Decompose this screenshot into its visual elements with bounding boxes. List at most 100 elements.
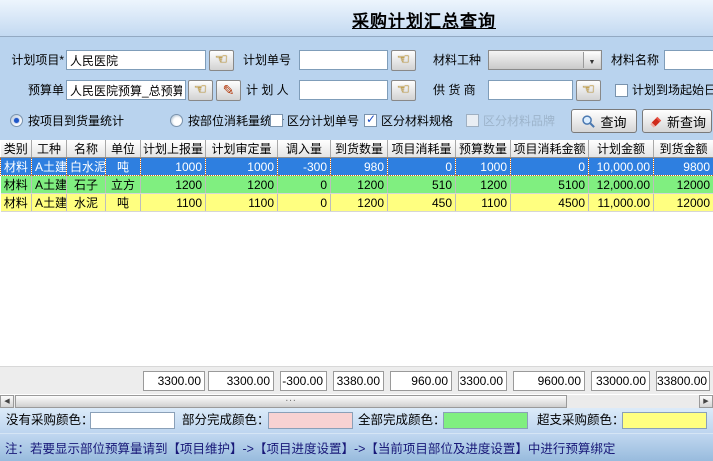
col-header[interactable]: 调入量 xyxy=(278,140,331,158)
new-query-button-label: 新查询 xyxy=(667,112,706,131)
col-header[interactable]: 到货金额 xyxy=(654,140,713,158)
arrival-date-label: 计划到场起始日 xyxy=(632,80,713,100)
col-header[interactable]: 到货数量 xyxy=(331,140,388,158)
distinguish-plan-no-checkbox[interactable] xyxy=(270,114,283,127)
col-header[interactable]: 计划上报量 xyxy=(141,140,206,158)
col-header[interactable]: 名称 xyxy=(67,140,106,158)
legend-partial-label: 部分完成颜色： xyxy=(182,408,270,433)
col-header[interactable]: 工种 xyxy=(32,140,67,158)
total-consumption-amount: 9600.00 xyxy=(513,371,585,391)
table-row[interactable]: 材料 A土建 水泥 吨 1100 1100 0 1200 450 1100 45… xyxy=(1,194,713,212)
planner-picker-button[interactable]: ☜ xyxy=(391,80,416,101)
material-name-input[interactable] xyxy=(664,50,713,70)
hand-pointer-icon: ☜ xyxy=(397,81,410,98)
col-header[interactable]: 单位 xyxy=(106,140,141,158)
hand-pointer-icon: ☜ xyxy=(582,81,595,98)
page-title: 采购计划汇总查询 xyxy=(352,7,496,32)
cell: 12000 xyxy=(654,194,713,212)
legend-none-swatch xyxy=(90,412,175,429)
cell: 1200 xyxy=(456,176,511,194)
col-header[interactable]: 预算数量 xyxy=(456,140,511,158)
scroll-left-button[interactable]: ◀ xyxy=(0,395,14,408)
cell: 吨 xyxy=(106,158,141,176)
query-button-label: 查询 xyxy=(600,112,626,131)
total-plan-approved: 3300.00 xyxy=(208,371,274,391)
hand-pointer-icon: ☜ xyxy=(194,81,207,98)
cell: 5100 xyxy=(511,176,589,194)
cell: 水泥 xyxy=(67,194,106,212)
color-legend: 没有采购颜色： 部分完成颜色： 全部完成颜色： 超支采购颜色： xyxy=(0,408,713,433)
supplier-label: 供 货 商 xyxy=(433,80,488,101)
legend-complete-label: 全部完成颜色： xyxy=(358,408,446,433)
budget-sheet-input[interactable] xyxy=(66,80,186,100)
horizontal-scrollbar[interactable]: ◀ ∙∙∙ ▶ xyxy=(0,394,713,408)
cell: 石子 xyxy=(67,176,106,194)
material-type-label: 材料工种 xyxy=(433,50,485,71)
scroll-right-button[interactable]: ▶ xyxy=(699,395,713,408)
cell: 1100 xyxy=(456,194,511,212)
cell: 450 xyxy=(388,194,456,212)
chevron-down-icon: ▼ xyxy=(589,59,596,66)
search-icon xyxy=(581,114,596,129)
cell: 12,000.00 xyxy=(589,176,654,194)
cell: 10,000.00 xyxy=(589,158,654,176)
cell: 4500 xyxy=(511,194,589,212)
material-name-label: 材料名称 xyxy=(611,50,663,71)
cell: 0 xyxy=(511,158,589,176)
table-row[interactable]: 材料 A土建 白水泥 吨 1000 1000 -300 980 0 1000 0… xyxy=(1,158,713,176)
cell: A土建 xyxy=(32,158,67,176)
cell: 1200 xyxy=(331,194,388,212)
distinguish-spec-checkbox[interactable]: ✓ xyxy=(364,114,377,127)
legend-partial-swatch xyxy=(268,412,353,429)
col-header[interactable]: 计划金额 xyxy=(589,140,654,158)
cell: 1000 xyxy=(141,158,206,176)
plan-project-picker-button[interactable]: ☜ xyxy=(209,50,234,71)
cell: A土建 xyxy=(32,176,67,194)
total-transfer-in: -300.00 xyxy=(280,371,327,391)
cell: 材料 xyxy=(1,194,32,212)
cell: 1100 xyxy=(206,194,278,212)
cell: 1200 xyxy=(141,176,206,194)
col-header[interactable]: 类别 xyxy=(1,140,32,158)
col-header[interactable]: 计划审定量 xyxy=(206,140,278,158)
plan-project-input[interactable] xyxy=(66,50,206,70)
budget-sheet-picker-button[interactable]: ☜ xyxy=(188,80,213,101)
dropdown-button[interactable]: ▼ xyxy=(583,52,600,68)
cell: 1000 xyxy=(206,158,278,176)
total-plan-reported: 3300.00 xyxy=(143,371,205,391)
total-plan-amount: 33000.00 xyxy=(591,371,650,391)
cell: 1200 xyxy=(206,176,278,194)
arrival-date-checkbox[interactable] xyxy=(615,84,628,97)
supplier-input[interactable] xyxy=(488,80,573,100)
col-header[interactable]: 项目消耗金额 xyxy=(511,140,589,158)
budget-sheet-label: 预算单 xyxy=(6,80,64,101)
cell: 1100 xyxy=(141,194,206,212)
radio-by-part-consumption[interactable] xyxy=(170,114,183,127)
radio-by-project-arrival[interactable] xyxy=(10,114,23,127)
hand-pointer-icon: ☜ xyxy=(397,51,410,68)
new-query-button[interactable]: 新查询 xyxy=(642,109,712,133)
plan-no-input[interactable] xyxy=(299,50,388,70)
total-budget-qty: 3300.00 xyxy=(458,371,507,391)
material-type-select[interactable]: ▼ xyxy=(488,50,602,70)
cell: 0 xyxy=(278,176,331,194)
budget-sheet-edit-button[interactable]: ✎ xyxy=(216,80,241,101)
cell: 1200 xyxy=(331,176,388,194)
check-icon: ✓ xyxy=(366,112,376,126)
table-row[interactable]: 材料 A土建 石子 立方 1200 1200 0 1200 510 1200 5… xyxy=(1,176,713,194)
cell: 12000 xyxy=(654,176,713,194)
legend-complete-swatch xyxy=(443,412,528,429)
eraser-icon xyxy=(648,114,663,129)
planner-input[interactable] xyxy=(299,80,388,100)
supplier-picker-button[interactable]: ☜ xyxy=(576,80,601,101)
distinguish-brand-checkbox xyxy=(466,114,479,127)
cell: 材料 xyxy=(1,176,32,194)
query-button[interactable]: 查询 xyxy=(571,109,637,133)
pencil-icon: ✎ xyxy=(223,82,235,98)
cell: 吨 xyxy=(106,194,141,212)
total-arrival-amount: 33800.00 xyxy=(656,371,710,391)
plan-no-picker-button[interactable]: ☜ xyxy=(391,50,416,71)
plan-no-label: 计划单号 xyxy=(243,50,295,71)
scrollbar-thumb[interactable]: ∙∙∙ xyxy=(15,395,567,408)
col-header[interactable]: 项目消耗量 xyxy=(388,140,456,158)
